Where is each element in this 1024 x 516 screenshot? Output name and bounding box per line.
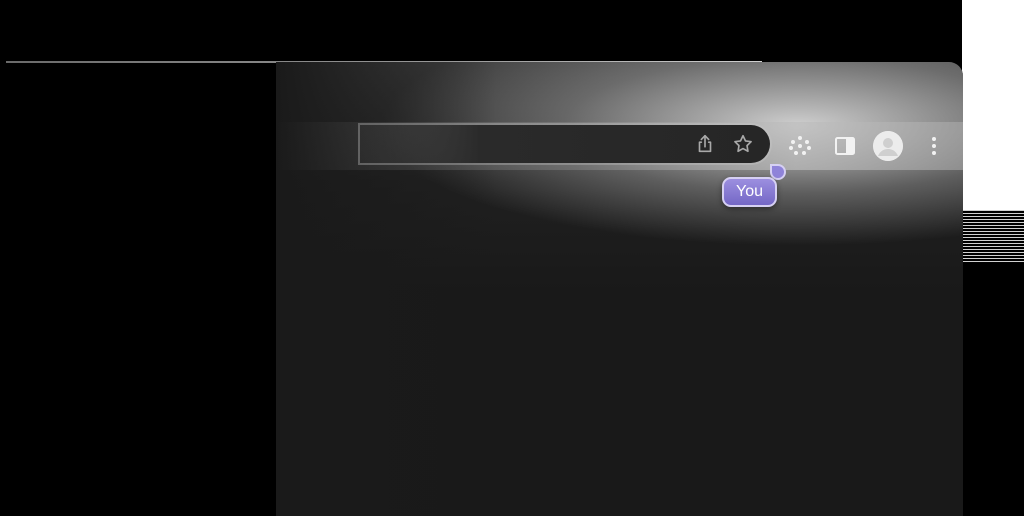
browser-window: You	[276, 62, 963, 516]
extensions-icon[interactable]	[787, 133, 813, 159]
avatar[interactable]	[873, 131, 903, 161]
menu-icon[interactable]	[921, 133, 947, 159]
cursor-label: You	[722, 177, 777, 207]
share-icon[interactable]	[694, 133, 716, 155]
star-icon[interactable]	[732, 133, 754, 155]
screen: You	[0, 0, 1024, 516]
background-stripes	[962, 210, 1024, 264]
background-panel	[962, 0, 1024, 210]
address-bar[interactable]	[360, 125, 770, 163]
avatar-icon	[873, 131, 903, 161]
side-panel-icon[interactable]	[832, 133, 858, 159]
